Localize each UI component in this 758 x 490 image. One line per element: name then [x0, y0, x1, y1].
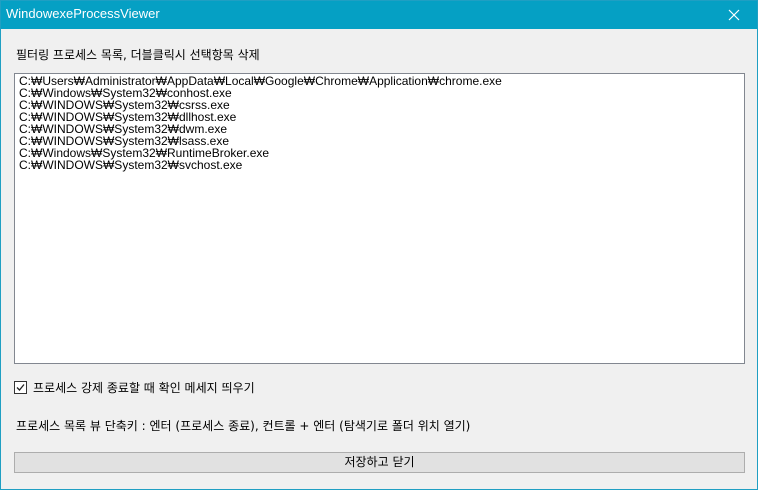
title-bar[interactable]: WindowexeProcessViewer: [1, 1, 757, 29]
checkmark-icon: [16, 383, 25, 391]
list-item[interactable]: C:₩WINDOWS₩System32₩svchost.exe: [15, 159, 744, 171]
app-window: WindowexeProcessViewer 필터링 프로세스 목록, 더블클릭…: [0, 0, 758, 490]
confirm-kill-checkbox[interactable]: [14, 380, 27, 394]
shortcut-help-text: 프로세스 목록 뷰 단축키 : 엔터 (프로세스 종료), 컨트롤 + 엔터 (…: [16, 419, 471, 433]
save-and-close-button[interactable]: 저장하고 닫기: [14, 452, 745, 473]
confirm-kill-option[interactable]: 프로세스 강제 종료할 때 확인 메세지 띄우기: [14, 379, 255, 395]
process-listbox[interactable]: C:₩Users₩Administrator₩AppData₩Local₩Goo…: [14, 73, 745, 364]
confirm-kill-label[interactable]: 프로세스 강제 종료할 때 확인 메세지 띄우기: [33, 379, 255, 396]
close-button[interactable]: [711, 1, 757, 29]
close-icon: [728, 9, 740, 21]
window-title: WindowexeProcessViewer: [6, 6, 160, 21]
filter-list-description: 필터링 프로세스 목록, 더블클릭시 선택항목 삭제: [16, 48, 260, 62]
